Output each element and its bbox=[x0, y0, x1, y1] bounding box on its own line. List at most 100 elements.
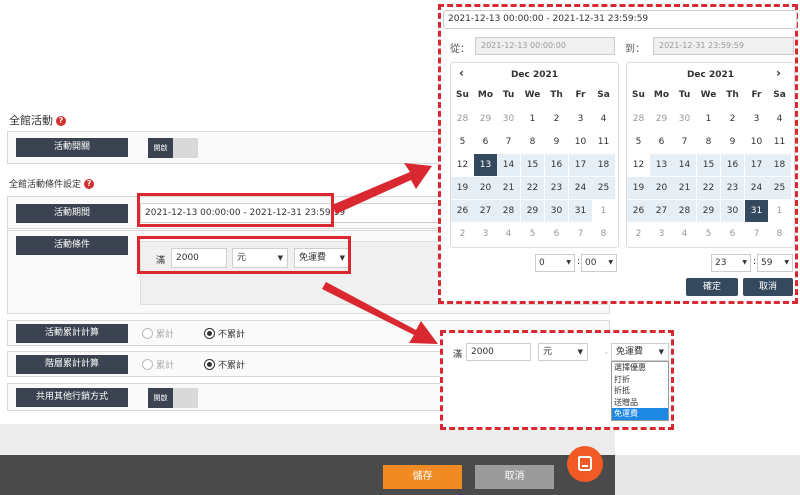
calendar-day[interactable]: 27 bbox=[474, 200, 497, 222]
calendar-day[interactable]: 16 bbox=[721, 154, 744, 176]
calendar-day[interactable]: 5 bbox=[627, 131, 650, 153]
calendar-day[interactable]: 21 bbox=[673, 177, 696, 199]
calendar-day-selected[interactable]: 31 bbox=[745, 200, 768, 222]
calendar-day[interactable]: 3 bbox=[650, 223, 673, 245]
calendar-day[interactable]: 29 bbox=[697, 200, 720, 222]
calendar-day[interactable]: 25 bbox=[768, 177, 791, 199]
calendar-day[interactable]: 5 bbox=[451, 131, 474, 153]
calendar-day[interactable]: 20 bbox=[650, 177, 673, 199]
share-toggle[interactable]: 開啟 bbox=[148, 388, 198, 408]
calendar-day[interactable]: 7 bbox=[569, 223, 592, 245]
dropdown-unit-select[interactable]: 元 ▼ bbox=[538, 343, 588, 361]
calendar-day[interactable]: 28 bbox=[673, 200, 696, 222]
calendar-day[interactable]: 21 bbox=[497, 177, 520, 199]
calendar-day[interactable]: 23 bbox=[721, 177, 744, 199]
calendar-day[interactable]: 8 bbox=[521, 131, 544, 153]
datepicker-ok-button[interactable]: 確定 bbox=[686, 278, 738, 296]
calendar-day[interactable]: 8 bbox=[592, 223, 615, 245]
calendar-day[interactable]: 3 bbox=[745, 108, 768, 130]
calendar-day[interactable]: 16 bbox=[545, 154, 568, 176]
accumulate-no-radio[interactable]: 不累計 bbox=[204, 327, 245, 340]
calendar-day[interactable]: 15 bbox=[521, 154, 544, 176]
calendar-day[interactable]: 6 bbox=[721, 223, 744, 245]
calendar-day[interactable]: 19 bbox=[627, 177, 650, 199]
calendar-day[interactable]: 12 bbox=[627, 154, 650, 176]
calendar-day[interactable]: 4 bbox=[768, 108, 791, 130]
calendar-day[interactable]: 15 bbox=[697, 154, 720, 176]
chevron-right-icon[interactable]: › bbox=[776, 66, 781, 80]
calendar-day[interactable]: 14 bbox=[497, 154, 520, 176]
calendar-day[interactable]: 23 bbox=[545, 177, 568, 199]
calendar-day[interactable]: 2 bbox=[545, 108, 568, 130]
right-hour-select[interactable]: 23 ▼ bbox=[711, 254, 751, 272]
dropdown-option[interactable]: 選擇優惠 bbox=[612, 362, 668, 374]
calendar-day[interactable]: 10 bbox=[745, 131, 768, 153]
calendar-day[interactable]: 10 bbox=[569, 131, 592, 153]
calendar-day[interactable]: 6 bbox=[474, 131, 497, 153]
calendar-day[interactable]: 25 bbox=[592, 177, 615, 199]
calendar-day[interactable]: 29 bbox=[521, 200, 544, 222]
calendar-day[interactable]: 13 bbox=[650, 154, 673, 176]
calendar-day[interactable]: 5 bbox=[521, 223, 544, 245]
dropdown-amount-input[interactable]: 2000 bbox=[466, 343, 531, 361]
calendar-day[interactable]: 18 bbox=[592, 154, 615, 176]
calendar-day[interactable]: 11 bbox=[592, 131, 615, 153]
calendar-day[interactable]: 6 bbox=[545, 223, 568, 245]
calendar-day[interactable]: 2 bbox=[627, 223, 650, 245]
calendar-day[interactable]: 29 bbox=[474, 108, 497, 130]
tier-no-radio[interactable]: 不累計 bbox=[204, 358, 245, 371]
calendar-day-selected[interactable]: 13 bbox=[474, 154, 497, 176]
calendar-day[interactable]: 14 bbox=[673, 154, 696, 176]
datepicker-cancel-button[interactable]: 取消 bbox=[743, 278, 793, 296]
calendar-day[interactable]: 1 bbox=[697, 108, 720, 130]
calendar-day[interactable]: 17 bbox=[745, 154, 768, 176]
calendar-day[interactable]: 27 bbox=[650, 200, 673, 222]
dropdown-option[interactable]: 免運費 bbox=[612, 408, 668, 420]
calendar-day[interactable]: 9 bbox=[545, 131, 568, 153]
help-icon[interactable]: ? bbox=[56, 116, 66, 126]
accumulate-yes-radio[interactable]: 累計 bbox=[142, 327, 174, 340]
calendar-day[interactable]: 31 bbox=[569, 200, 592, 222]
left-minute-select[interactable]: 00 ▼ bbox=[581, 254, 617, 272]
enable-toggle[interactable]: 開啟 bbox=[148, 138, 198, 158]
calendar-day[interactable]: 12 bbox=[451, 154, 474, 176]
calendar-day[interactable]: 28 bbox=[451, 108, 474, 130]
calendar-day[interactable]: 7 bbox=[745, 223, 768, 245]
calendar-day[interactable]: 24 bbox=[569, 177, 592, 199]
calendar-day[interactable]: 2 bbox=[451, 223, 474, 245]
calendar-day[interactable]: 20 bbox=[474, 177, 497, 199]
calendar-day[interactable]: 4 bbox=[673, 223, 696, 245]
calendar-day[interactable]: 9 bbox=[721, 131, 744, 153]
calendar-day[interactable]: 8 bbox=[697, 131, 720, 153]
calendar-day[interactable]: 19 bbox=[451, 177, 474, 199]
calendar-day[interactable]: 28 bbox=[627, 108, 650, 130]
calendar-day[interactable]: 26 bbox=[627, 200, 650, 222]
calendar-day[interactable]: 30 bbox=[545, 200, 568, 222]
dropdown-benefit-select[interactable]: 免運費 ▼ bbox=[611, 343, 669, 361]
dropdown-option[interactable]: 打折 bbox=[612, 374, 668, 386]
calendar-day[interactable]: 24 bbox=[745, 177, 768, 199]
save-button[interactable]: 儲存 bbox=[383, 465, 462, 489]
calendar-day[interactable]: 7 bbox=[497, 131, 520, 153]
help-icon[interactable]: ? bbox=[84, 179, 95, 189]
calendar-day[interactable]: 2 bbox=[721, 108, 744, 130]
daterange-input[interactable]: 2021-12-13 00:00:00 - 2021-12-31 23:59:5… bbox=[443, 10, 797, 29]
calendar-day[interactable]: 17 bbox=[569, 154, 592, 176]
calendar-day[interactable]: 18 bbox=[768, 154, 791, 176]
calendar-day[interactable]: 30 bbox=[497, 108, 520, 130]
calendar-day[interactable]: 22 bbox=[697, 177, 720, 199]
calendar-day[interactable]: 22 bbox=[521, 177, 544, 199]
calendar-day[interactable]: 7 bbox=[673, 131, 696, 153]
calendar-day[interactable]: 6 bbox=[650, 131, 673, 153]
calendar-day[interactable]: 4 bbox=[592, 108, 615, 130]
cancel-button[interactable]: 取消 bbox=[475, 465, 554, 489]
right-minute-select[interactable]: 59 ▼ bbox=[757, 254, 793, 272]
calendar-day[interactable]: 3 bbox=[474, 223, 497, 245]
chat-button[interactable] bbox=[567, 446, 603, 482]
calendar-day[interactable]: 29 bbox=[650, 108, 673, 130]
calendar-day[interactable]: 4 bbox=[497, 223, 520, 245]
tier-yes-radio[interactable]: 累計 bbox=[142, 358, 174, 371]
dropdown-option[interactable]: 送贈品 bbox=[612, 397, 668, 409]
calendar-day[interactable]: 28 bbox=[497, 200, 520, 222]
calendar-day[interactable]: 5 bbox=[697, 223, 720, 245]
